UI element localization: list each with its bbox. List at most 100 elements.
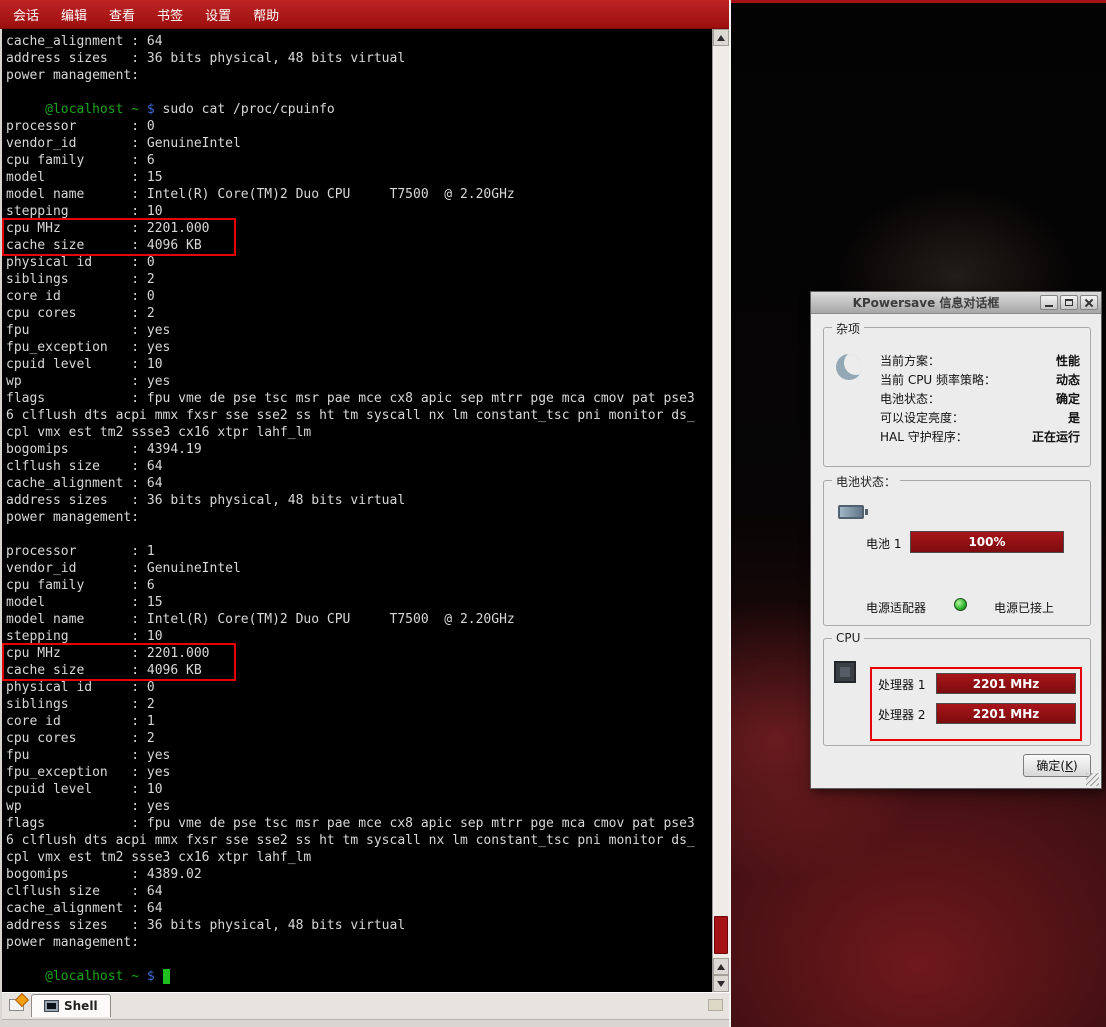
arrow-down-icon — [717, 981, 725, 987]
detach-icon — [708, 999, 723, 1011]
terminal-line: core id : 0 — [6, 288, 712, 305]
terminal-line: cpu cores : 2 — [6, 730, 712, 747]
terminal-line: fpu_exception : yes — [6, 339, 712, 356]
terminal-line: stepping : 10 — [6, 203, 712, 220]
terminal-line: model name : Intel(R) Core(TM)2 Duo CPU … — [6, 611, 712, 628]
terminal-line: processor : 0 — [6, 118, 712, 135]
terminal-line — [6, 526, 712, 543]
terminal-line: processor : 1 — [6, 543, 712, 560]
terminal-line: clflush size : 64 — [6, 883, 712, 900]
arrow-up-icon — [717, 964, 725, 970]
terminal-line: cache_alignment : 64 — [6, 900, 712, 917]
new-tab-button[interactable] — [5, 994, 27, 1016]
terminal-window: 会话编辑查看书签设置帮助 cache_alignment : 64 address… — [0, 0, 731, 1027]
battery-percent: 100% — [968, 535, 1005, 549]
ok-label-pre: 确定( — [1036, 759, 1065, 773]
maximize-button[interactable] — [1060, 295, 1078, 310]
terminal-line: cpu MHz : 2201.000 — [6, 220, 234, 237]
battery-group-title: 电池状态： — [832, 473, 900, 490]
maximize-icon — [1065, 299, 1073, 306]
close-icon — [1084, 298, 1094, 308]
ok-button[interactable]: 确定(K) — [1023, 754, 1091, 777]
terminal-line: flags : fpu vme de pse tsc msr pae mce c… — [6, 815, 712, 832]
tab-label: Shell — [64, 999, 98, 1013]
terminal-line: siblings : 2 — [6, 271, 712, 288]
terminal-line: cache size : 4096 KB — [6, 662, 234, 679]
ac-led-icon — [954, 598, 967, 611]
menubar-item[interactable]: 设置 — [194, 5, 242, 24]
info-label: 电池状态： — [880, 390, 940, 409]
terminal-cursor — [163, 969, 171, 984]
terminal-menubar: 会话编辑查看书签设置帮助 — [0, 0, 729, 29]
terminal-line: stepping : 10 — [6, 628, 712, 645]
battery-group: 电池状态： 电池 1 100% 电源适配器 电源已接上 — [823, 480, 1091, 626]
menubar-item[interactable]: 编辑 — [50, 5, 98, 24]
info-label: 当前 CPU 频率策略： — [880, 371, 996, 390]
terminal-line: model : 15 — [6, 594, 712, 611]
scrollbar-thumb[interactable] — [714, 916, 728, 954]
dialog-titlebar[interactable]: KPowersave 信息对话框 — [811, 292, 1101, 314]
dialog-title: KPowersave 信息对话框 — [814, 294, 1038, 311]
scroll-down-button[interactable] — [713, 975, 729, 992]
cpu-chip-icon — [834, 661, 856, 683]
terminal-line: bogomips : 4394.19 — [6, 441, 712, 458]
terminal-line: cpu family : 6 — [6, 577, 712, 594]
terminal-output[interactable]: cache_alignment : 64 address sizes : 36 b… — [2, 29, 712, 992]
ok-label-accel: K — [1065, 759, 1073, 773]
backdrop-top-line — [731, 0, 1106, 3]
terminal-body: cache_alignment : 64 address sizes : 36 b… — [2, 29, 729, 992]
info-value: 是 — [1068, 409, 1080, 428]
detach-session-button[interactable] — [704, 994, 726, 1016]
info-value: 动态 — [1056, 371, 1080, 390]
terminal-line: 6 clflush dts acpi mmx fxsr sse sse2 ss … — [6, 832, 712, 849]
minimize-button[interactable] — [1040, 295, 1058, 310]
ok-label-post: ) — [1073, 759, 1078, 773]
terminal-line: cpl vmx est tm2 ssse3 cx16 xtpr lahf_lm — [6, 849, 712, 866]
info-label: HAL 守护程序： — [880, 428, 968, 447]
info-row: 可以设定亮度： 是 — [880, 409, 1080, 428]
scroll-up-button[interactable] — [713, 29, 729, 46]
processor-row: 处理器 12201 MHz — [878, 673, 1088, 694]
minimize-icon — [1045, 305, 1053, 307]
terminal-line: power management: — [6, 934, 712, 951]
terminal-line: vendor_id : GenuineIntel — [6, 560, 712, 577]
terminal-line: cpl vmx est tm2 ssse3 cx16 xtpr lahf_lm — [6, 424, 712, 441]
terminal-prompt-line: @localhost ~ $ sudo cat /proc/cpuinfo — [6, 101, 712, 118]
info-row: 电池状态： 确定 — [880, 390, 1080, 409]
terminal-line: address sizes : 36 bits physical, 48 bit… — [6, 50, 712, 67]
menubar-item[interactable]: 帮助 — [242, 5, 290, 24]
terminal-line: cpu cores : 2 — [6, 305, 712, 322]
terminal-line: power management: — [6, 509, 712, 526]
menubar-item[interactable]: 书签 — [146, 5, 194, 24]
menubar-item[interactable]: 会话 — [2, 5, 50, 24]
info-row: 当前 CPU 频率策略： 动态 — [880, 371, 1080, 390]
terminal-line: cpu MHz : 2201.000 — [6, 645, 234, 662]
terminal-icon — [44, 1000, 59, 1012]
terminal-line: 6 clflush dts acpi mmx fxsr sse sse2 ss … — [6, 407, 712, 424]
terminal-line — [6, 84, 712, 101]
info-value: 确定 — [1056, 390, 1080, 409]
menubar-item[interactable]: 查看 — [98, 5, 146, 24]
terminal-line: cache_alignment : 64 — [6, 475, 712, 492]
battery-progressbar: 100% — [910, 531, 1064, 553]
processor-row: 处理器 22201 MHz — [878, 703, 1088, 724]
misc-rows: 当前方案：性能当前 CPU 频率策略：动态电池状态：确定可以设定亮度：是HAL … — [880, 352, 1080, 447]
terminal-line: model name : Intel(R) Core(TM)2 Duo CPU … — [6, 186, 712, 203]
cpu-frequency-bar: 2201 MHz — [936, 673, 1076, 694]
terminal-line: physical id : 0 — [6, 679, 712, 696]
scrollbar-track[interactable] — [713, 46, 729, 958]
cpu-group-title: CPU — [832, 631, 864, 645]
info-row: HAL 守护程序：正在运行 — [880, 428, 1080, 447]
tab-shell[interactable]: Shell — [31, 994, 111, 1017]
close-button[interactable] — [1080, 295, 1098, 310]
terminal-line: wp : yes — [6, 798, 712, 815]
terminal-line: physical id : 0 — [6, 254, 712, 271]
info-label: 可以设定亮度： — [880, 409, 964, 428]
terminal-line — [6, 951, 712, 968]
resize-grip[interactable] — [1086, 773, 1099, 786]
terminal-line: vendor_id : GenuineIntel — [6, 135, 712, 152]
terminal-scrollbar[interactable] — [712, 29, 729, 992]
screen: 会话编辑查看书签设置帮助 cache_alignment : 64 address… — [0, 0, 1106, 1027]
scroll-up-button-bottom[interactable] — [713, 958, 729, 975]
misc-group-title: 杂项 — [832, 320, 864, 337]
